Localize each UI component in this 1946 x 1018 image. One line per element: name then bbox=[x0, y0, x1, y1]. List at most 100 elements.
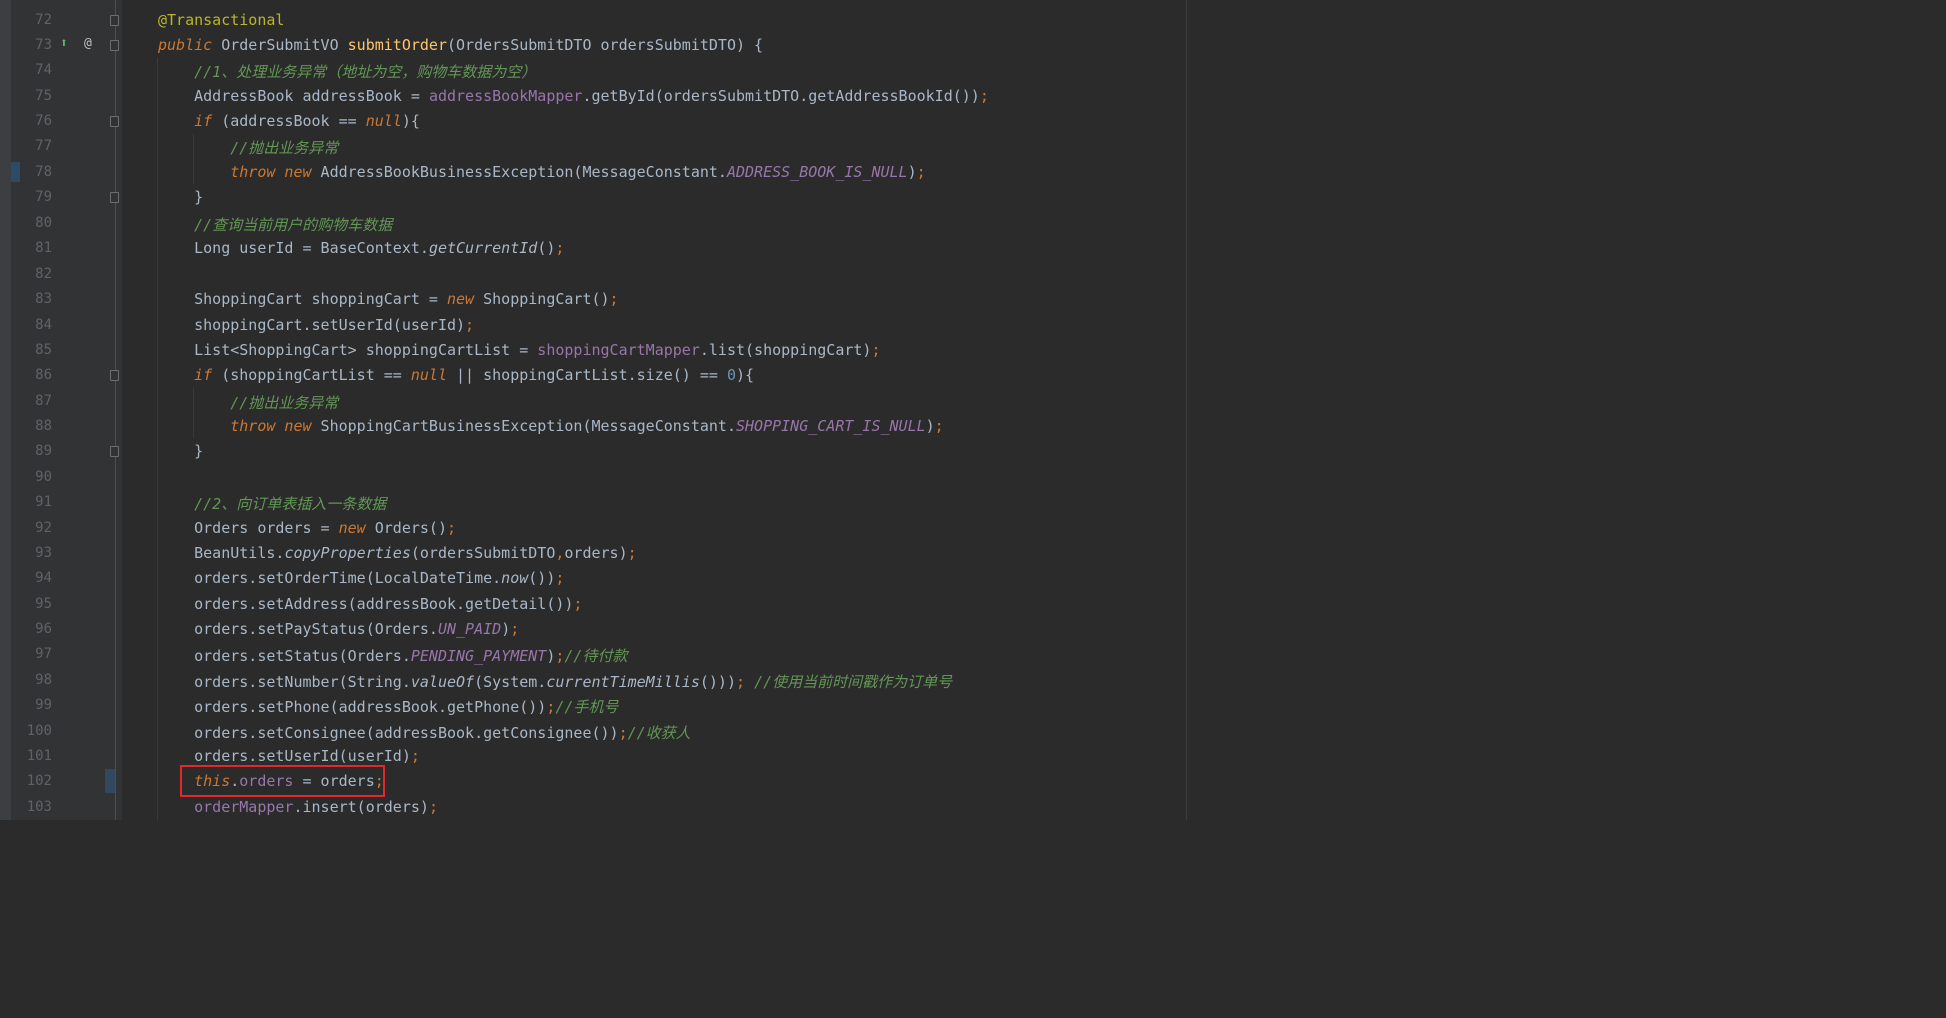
line-number: 83 bbox=[35, 291, 52, 307]
code-text: BeanUtils.copyProperties(ordersSubmitDTO… bbox=[158, 544, 637, 562]
code-line: 90 bbox=[0, 465, 1568, 490]
code-text: Orders orders = new Orders(); bbox=[158, 519, 457, 537]
code-text: //2、向订单表插入一条数据 bbox=[194, 495, 387, 513]
at-icon[interactable]: @ bbox=[84, 36, 92, 51]
line-number: 95 bbox=[35, 596, 52, 612]
line-number: 90 bbox=[35, 469, 52, 485]
code-text: if (addressBook == null){ bbox=[194, 112, 420, 130]
code-line: 84 shoppingCart.setUserId(userId); bbox=[0, 313, 1568, 338]
line-number: 103 bbox=[26, 799, 52, 815]
line-number: 93 bbox=[35, 545, 52, 561]
code-line: 74 //1、处理业务异常（地址为空，购物车数据为空） bbox=[0, 58, 1568, 83]
code-line: 88 throw new ShoppingCartBusinessExcepti… bbox=[0, 414, 1568, 439]
code-text: orders.setNumber(String.valueOf(System.c… bbox=[158, 673, 953, 691]
line-number: 82 bbox=[35, 266, 52, 282]
code-line: 87 //抛出业务异常 bbox=[0, 389, 1568, 414]
code-line: 86 if (shoppingCartList == null || shopp… bbox=[0, 363, 1568, 388]
code-line: 95 orders.setAddress(addressBook.getDeta… bbox=[0, 592, 1568, 617]
line-number: 88 bbox=[35, 418, 52, 434]
fold-marker-icon[interactable] bbox=[110, 40, 119, 51]
line-number: 98 bbox=[35, 672, 52, 688]
line-number: 81 bbox=[35, 240, 52, 256]
code-text: orders.setPhone(addressBook.getPhone());… bbox=[158, 698, 619, 716]
code-line: 96 orders.setPayStatus(Orders.UN_PAID); bbox=[0, 617, 1568, 642]
code-text: //抛出业务异常 bbox=[230, 394, 339, 412]
line-number: 72 bbox=[35, 12, 52, 28]
code-text: //1、处理业务异常（地址为空，购物车数据为空） bbox=[194, 63, 537, 81]
code-text: if (shoppingCartList == null || shopping… bbox=[194, 366, 755, 384]
line-number: 87 bbox=[35, 393, 52, 409]
code-line: 98 orders.setNumber(String.valueOf(Syste… bbox=[0, 668, 1568, 693]
line-number: 86 bbox=[35, 367, 52, 383]
code-line: 83 ShoppingCart shoppingCart = new Shopp… bbox=[0, 287, 1568, 312]
code-line: 76 if (addressBook == null){ bbox=[0, 109, 1568, 134]
code-line: 72 @Transactional bbox=[0, 8, 1568, 33]
line-number: 77 bbox=[35, 138, 52, 154]
code-text: } bbox=[158, 188, 204, 206]
line-number: 100 bbox=[26, 723, 52, 739]
code-text: @Transactional bbox=[158, 11, 285, 29]
fold-marker-icon[interactable] bbox=[110, 116, 119, 127]
code-line: 103 orderMapper.insert(orders); bbox=[0, 795, 1568, 820]
line-number: 89 bbox=[35, 443, 52, 459]
code-line: 81 Long userId = BaseContext.getCurrentI… bbox=[0, 236, 1568, 261]
code-line: 85 List<ShoppingCart> shoppingCartList =… bbox=[0, 338, 1568, 363]
line-number: 84 bbox=[35, 317, 52, 333]
code-line: 82 bbox=[0, 262, 1568, 287]
code-line: 79 } bbox=[0, 185, 1568, 210]
line-number: 101 bbox=[26, 748, 52, 764]
code-line: 89 } bbox=[0, 439, 1568, 464]
code-text: orders.setAddress(addressBook.getDetail(… bbox=[158, 595, 583, 613]
line-number: 73 bbox=[35, 37, 52, 53]
code-text: orders.setUserId(userId); bbox=[158, 747, 420, 765]
override-icon[interactable]: ⬆ bbox=[60, 36, 68, 51]
line-number: 76 bbox=[35, 113, 52, 129]
line-number: 80 bbox=[35, 215, 52, 231]
code-line: 80 //查询当前用户的购物车数据 bbox=[0, 211, 1568, 236]
code-text: orders.setStatus(Orders.PENDING_PAYMENT)… bbox=[158, 647, 628, 665]
code-text: List<ShoppingCart> shoppingCartList = sh… bbox=[158, 341, 881, 359]
fold-marker-icon[interactable] bbox=[110, 15, 119, 26]
code-text: //抛出业务异常 bbox=[230, 139, 339, 157]
code-line: 93 BeanUtils.copyProperties(ordersSubmit… bbox=[0, 541, 1568, 566]
fold-marker-icon[interactable] bbox=[110, 192, 119, 203]
code-line: 94 orders.setOrderTime(LocalDateTime.now… bbox=[0, 566, 1568, 591]
code-text: shoppingCart.setUserId(userId); bbox=[158, 316, 475, 334]
code-line: 77 //抛出业务异常 bbox=[0, 134, 1568, 159]
code-line: 78 throw new AddressBookBusinessExceptio… bbox=[0, 160, 1568, 185]
line-number: 78 bbox=[35, 164, 52, 180]
code-text: orders.setConsignee(addressBook.getConsi… bbox=[158, 724, 691, 742]
line-number: 85 bbox=[35, 342, 52, 358]
code-text: AddressBook addressBook = addressBookMap… bbox=[158, 87, 989, 105]
fold-marker-icon[interactable] bbox=[110, 370, 119, 381]
code-text: orderMapper.insert(orders); bbox=[194, 798, 438, 816]
line-number: 99 bbox=[35, 697, 52, 713]
line-number: 79 bbox=[35, 189, 52, 205]
code-line: 91 //2、向订单表插入一条数据 bbox=[0, 490, 1568, 515]
code-line: 75 AddressBook addressBook = addressBook… bbox=[0, 84, 1568, 109]
line-number: 94 bbox=[35, 570, 52, 586]
code-text: Long userId = BaseContext.getCurrentId()… bbox=[158, 239, 565, 257]
code-text: orders.setPayStatus(Orders.UN_PAID); bbox=[158, 620, 520, 638]
code-text: ShoppingCart shoppingCart = new Shopping… bbox=[158, 290, 619, 308]
code-text: } bbox=[158, 442, 204, 460]
code-line: 92 Orders orders = new Orders(); bbox=[0, 516, 1568, 541]
line-number: 74 bbox=[35, 62, 52, 78]
code-line: 99 orders.setPhone(addressBook.getPhone(… bbox=[0, 693, 1568, 718]
highlight-box bbox=[180, 765, 385, 797]
code-line: 100 orders.setConsignee(addressBook.getC… bbox=[0, 719, 1568, 744]
line-number: 75 bbox=[35, 88, 52, 104]
code-line: 97 orders.setStatus(Orders.PENDING_PAYME… bbox=[0, 642, 1568, 667]
line-number: 92 bbox=[35, 520, 52, 536]
code-line: 73 ⬆ @ public OrderSubmitVO submitOrder(… bbox=[0, 33, 1568, 58]
code-text: orders.setOrderTime(LocalDateTime.now())… bbox=[158, 569, 565, 587]
code-text: throw new ShoppingCartBusinessException(… bbox=[230, 417, 944, 435]
line-number: 102 bbox=[26, 773, 52, 789]
line-number: 96 bbox=[35, 621, 52, 637]
line-number: 97 bbox=[35, 646, 52, 662]
fold-marker-icon[interactable] bbox=[110, 446, 119, 457]
line-number: 91 bbox=[35, 494, 52, 510]
code-text: //查询当前用户的购物车数据 bbox=[194, 216, 393, 234]
code-text: throw new AddressBookBusinessException(M… bbox=[230, 163, 926, 181]
code-text: public OrderSubmitVO submitOrder(OrdersS… bbox=[158, 36, 764, 54]
